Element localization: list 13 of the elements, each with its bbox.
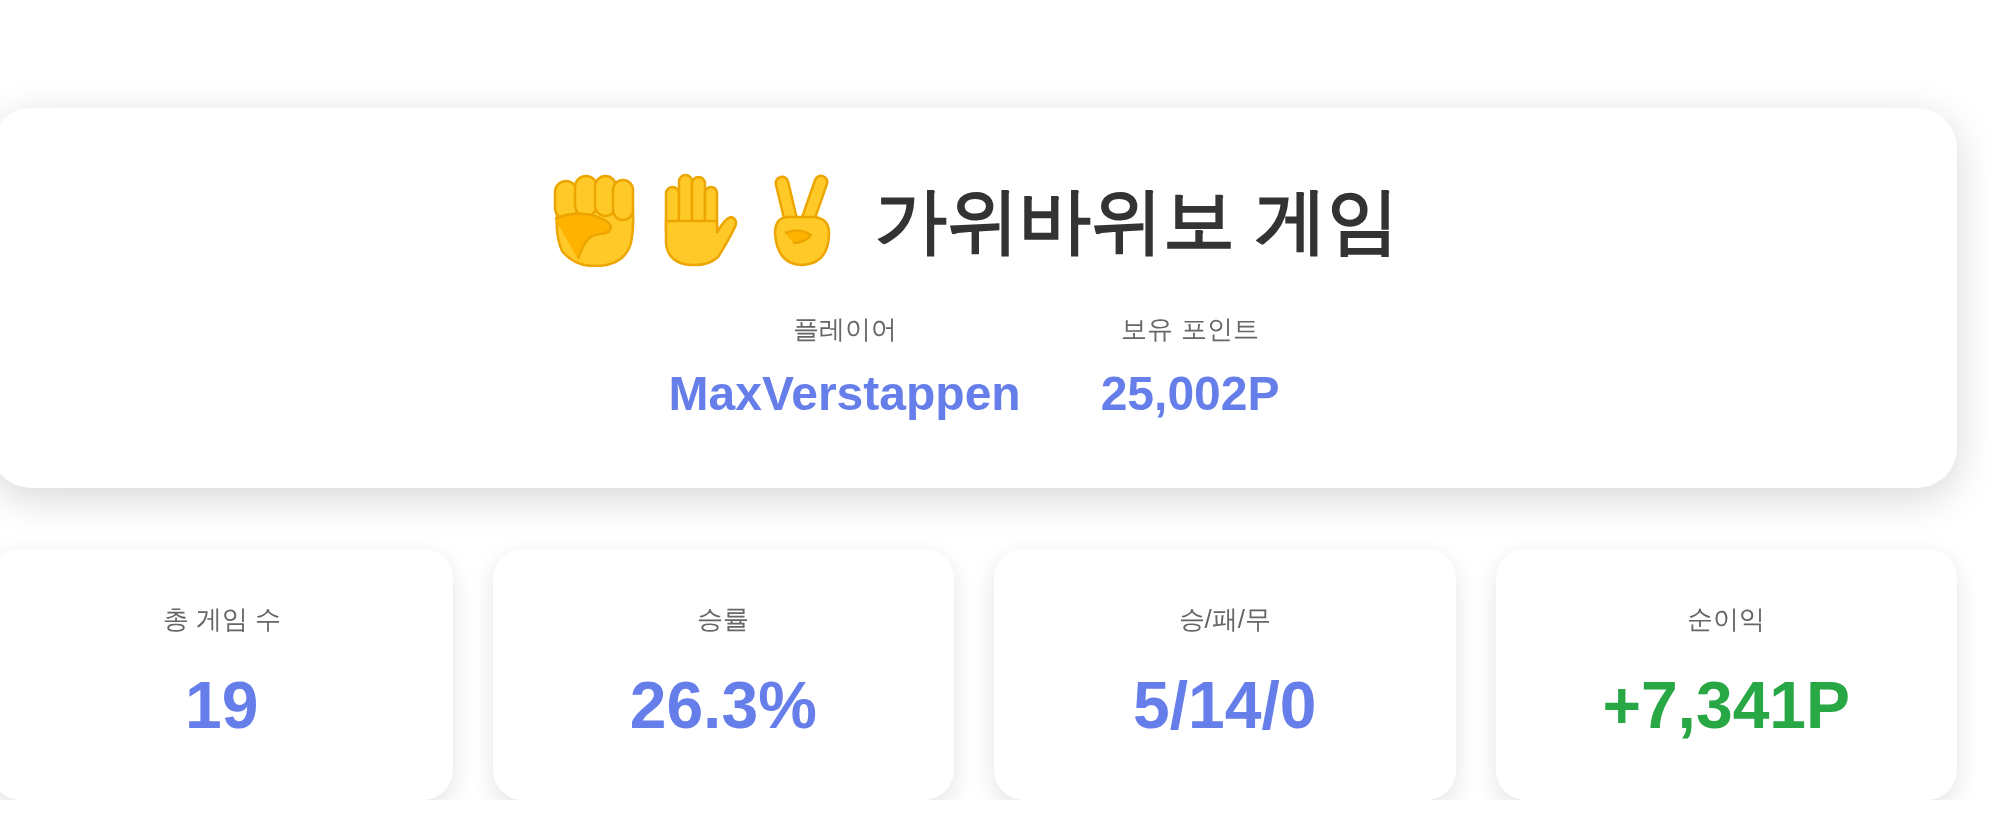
info-value: MaxVerstappen [668,366,1021,423]
stat-value: 5/14/0 [1133,667,1317,745]
info-value: 25,002P [1100,366,1280,423]
stat-label: 총 게임 수 [162,604,281,636]
stat-value: 26.3% [629,667,817,745]
stat-value: 19 [185,667,259,745]
stat-label: 순이익 [1687,604,1766,636]
stat-label: 승/패/무 [1178,604,1271,636]
info-label: 플레이어 [792,314,897,346]
page-title: 가위바위보 게임 [875,178,1399,262]
info-label: 보유 포인트 [1121,314,1259,346]
stat-label: 승률 [697,604,750,636]
stat-value: +7,341P [1602,667,1851,745]
